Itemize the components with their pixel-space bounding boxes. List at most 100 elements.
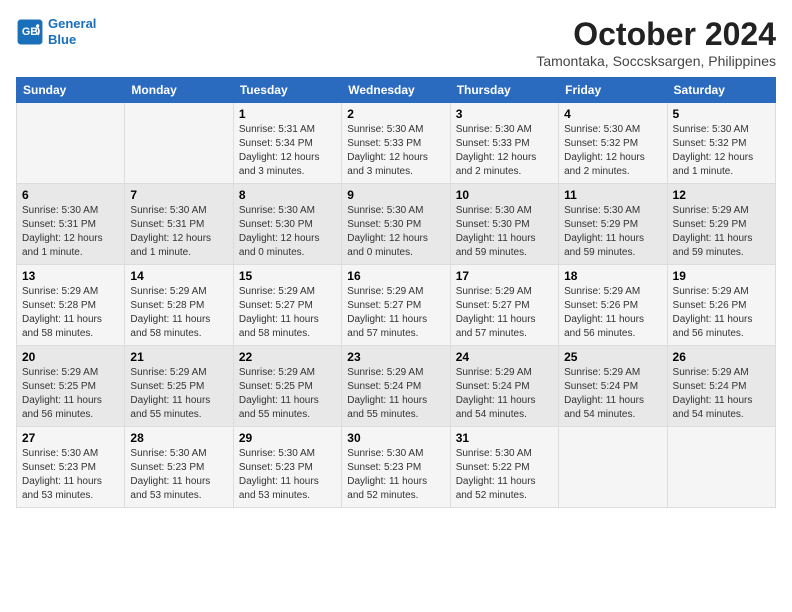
day-info: Sunrise: 5:30 AM Sunset: 5:23 PM Dayligh… <box>22 447 119 503</box>
day-number: 16 <box>347 269 444 283</box>
calendar-day-cell: 18 Sunrise: 5:29 AM Sunset: 5:26 PM Dayli… <box>559 265 667 346</box>
day-number: 12 <box>673 188 770 202</box>
calendar-day-cell: 22 Sunrise: 5:29 AM Sunset: 5:25 PM Dayli… <box>233 346 341 427</box>
day-number: 14 <box>130 269 227 283</box>
day-info: Sunrise: 5:30 AM Sunset: 5:31 PM Dayligh… <box>22 204 119 260</box>
calendar-day-cell: 26 Sunrise: 5:29 AM Sunset: 5:24 PM Dayli… <box>667 346 775 427</box>
calendar-week-row: 27 Sunrise: 5:30 AM Sunset: 5:23 PM Dayli… <box>17 427 776 508</box>
calendar-table: SundayMondayTuesdayWednesdayThursdayFrid… <box>16 77 776 508</box>
logo: GB General Blue <box>16 16 96 47</box>
day-number: 7 <box>130 188 227 202</box>
day-info: Sunrise: 5:29 AM Sunset: 5:24 PM Dayligh… <box>673 366 770 422</box>
day-info: Sunrise: 5:29 AM Sunset: 5:25 PM Dayligh… <box>239 366 336 422</box>
day-info: Sunrise: 5:29 AM Sunset: 5:25 PM Dayligh… <box>22 366 119 422</box>
day-number: 6 <box>22 188 119 202</box>
calendar-day-cell: 6 Sunrise: 5:30 AM Sunset: 5:31 PM Daylig… <box>17 184 125 265</box>
calendar-day-cell: 27 Sunrise: 5:30 AM Sunset: 5:23 PM Dayli… <box>17 427 125 508</box>
calendar-day-cell: 17Sunrise: 5:29 AM Sunset: 5:27 PM Dayli… <box>450 265 558 346</box>
location: Tamontaka, Soccsksargen, Philippines <box>536 53 776 69</box>
day-number: 20 <box>22 350 119 364</box>
day-info: Sunrise: 5:30 AM Sunset: 5:23 PM Dayligh… <box>130 447 227 503</box>
day-info: Sunrise: 5:29 AM Sunset: 5:29 PM Dayligh… <box>673 204 770 260</box>
calendar-day-cell: 24Sunrise: 5:29 AM Sunset: 5:24 PM Dayli… <box>450 346 558 427</box>
day-info: Sunrise: 5:31 AM Sunset: 5:34 PM Dayligh… <box>239 123 336 179</box>
day-number: 31 <box>456 431 553 445</box>
calendar-day-cell: 16 Sunrise: 5:29 AM Sunset: 5:27 PM Dayli… <box>342 265 450 346</box>
day-number: 21 <box>130 350 227 364</box>
day-number: 19 <box>673 269 770 283</box>
logo-line2: Blue <box>48 32 76 47</box>
calendar-day-cell: 20 Sunrise: 5:29 AM Sunset: 5:25 PM Dayli… <box>17 346 125 427</box>
logo-icon: GB <box>16 18 44 46</box>
page-header: GB General Blue October 2024 Tamontaka, … <box>16 16 776 69</box>
weekday-header: Saturday <box>667 78 775 103</box>
day-info: Sunrise: 5:30 AM Sunset: 5:33 PM Dayligh… <box>456 123 553 179</box>
calendar-day-cell: 1Sunrise: 5:31 AM Sunset: 5:34 PM Daylig… <box>233 103 341 184</box>
day-info: Sunrise: 5:29 AM Sunset: 5:25 PM Dayligh… <box>130 366 227 422</box>
day-info: Sunrise: 5:30 AM Sunset: 5:33 PM Dayligh… <box>347 123 444 179</box>
weekday-header: Wednesday <box>342 78 450 103</box>
month-title: October 2024 <box>536 16 776 53</box>
day-number: 11 <box>564 188 661 202</box>
day-number: 18 <box>564 269 661 283</box>
calendar-day-cell: 10Sunrise: 5:30 AM Sunset: 5:30 PM Dayli… <box>450 184 558 265</box>
calendar-day-cell: 4Sunrise: 5:30 AM Sunset: 5:32 PM Daylig… <box>559 103 667 184</box>
header-row: SundayMondayTuesdayWednesdayThursdayFrid… <box>17 78 776 103</box>
calendar-day-cell: 31Sunrise: 5:30 AM Sunset: 5:22 PM Dayli… <box>450 427 558 508</box>
calendar-day-cell: 12 Sunrise: 5:29 AM Sunset: 5:29 PM Dayli… <box>667 184 775 265</box>
day-info: Sunrise: 5:29 AM Sunset: 5:27 PM Dayligh… <box>456 285 553 341</box>
day-info: Sunrise: 5:30 AM Sunset: 5:23 PM Dayligh… <box>239 447 336 503</box>
day-number: 28 <box>130 431 227 445</box>
calendar-day-cell: 15 Sunrise: 5:29 AM Sunset: 5:27 PM Dayli… <box>233 265 341 346</box>
calendar-day-cell: 9Sunrise: 5:30 AM Sunset: 5:30 PM Daylig… <box>342 184 450 265</box>
day-number: 23 <box>347 350 444 364</box>
calendar-day-cell: 5Sunrise: 5:30 AM Sunset: 5:32 PM Daylig… <box>667 103 775 184</box>
weekday-header: Monday <box>125 78 233 103</box>
day-number: 9 <box>347 188 444 202</box>
day-info: Sunrise: 5:29 AM Sunset: 5:28 PM Dayligh… <box>22 285 119 341</box>
day-number: 4 <box>564 107 661 121</box>
weekday-header: Thursday <box>450 78 558 103</box>
calendar-day-cell: 30 Sunrise: 5:30 AM Sunset: 5:23 PM Dayli… <box>342 427 450 508</box>
calendar-day-cell <box>559 427 667 508</box>
day-info: Sunrise: 5:29 AM Sunset: 5:26 PM Dayligh… <box>673 285 770 341</box>
calendar-week-row: 13 Sunrise: 5:29 AM Sunset: 5:28 PM Dayli… <box>17 265 776 346</box>
calendar-day-cell: 21 Sunrise: 5:29 AM Sunset: 5:25 PM Dayli… <box>125 346 233 427</box>
title-block: October 2024 Tamontaka, Soccsksargen, Ph… <box>536 16 776 69</box>
day-info: Sunrise: 5:30 AM Sunset: 5:23 PM Dayligh… <box>347 447 444 503</box>
day-info: Sunrise: 5:29 AM Sunset: 5:26 PM Dayligh… <box>564 285 661 341</box>
calendar-week-row: 1Sunrise: 5:31 AM Sunset: 5:34 PM Daylig… <box>17 103 776 184</box>
day-number: 24 <box>456 350 553 364</box>
day-info: Sunrise: 5:30 AM Sunset: 5:31 PM Dayligh… <box>130 204 227 260</box>
calendar-week-row: 20 Sunrise: 5:29 AM Sunset: 5:25 PM Dayli… <box>17 346 776 427</box>
day-number: 26 <box>673 350 770 364</box>
svg-text:GB: GB <box>22 26 38 38</box>
calendar-day-cell: 7 Sunrise: 5:30 AM Sunset: 5:31 PM Daylig… <box>125 184 233 265</box>
day-number: 30 <box>347 431 444 445</box>
calendar-day-cell: 13 Sunrise: 5:29 AM Sunset: 5:28 PM Dayli… <box>17 265 125 346</box>
weekday-header: Tuesday <box>233 78 341 103</box>
calendar-day-cell <box>667 427 775 508</box>
day-info: Sunrise: 5:30 AM Sunset: 5:32 PM Dayligh… <box>673 123 770 179</box>
day-number: 29 <box>239 431 336 445</box>
day-number: 15 <box>239 269 336 283</box>
day-info: Sunrise: 5:30 AM Sunset: 5:30 PM Dayligh… <box>239 204 336 260</box>
calendar-day-cell: 14 Sunrise: 5:29 AM Sunset: 5:28 PM Dayli… <box>125 265 233 346</box>
calendar-day-cell <box>17 103 125 184</box>
day-info: Sunrise: 5:30 AM Sunset: 5:29 PM Dayligh… <box>564 204 661 260</box>
day-info: Sunrise: 5:30 AM Sunset: 5:30 PM Dayligh… <box>456 204 553 260</box>
calendar-day-cell: 2Sunrise: 5:30 AM Sunset: 5:33 PM Daylig… <box>342 103 450 184</box>
logo-text: General Blue <box>48 16 96 47</box>
day-info: Sunrise: 5:29 AM Sunset: 5:24 PM Dayligh… <box>564 366 661 422</box>
calendar-day-cell <box>125 103 233 184</box>
day-number: 27 <box>22 431 119 445</box>
day-info: Sunrise: 5:29 AM Sunset: 5:27 PM Dayligh… <box>239 285 336 341</box>
day-info: Sunrise: 5:29 AM Sunset: 5:28 PM Dayligh… <box>130 285 227 341</box>
calendar-day-cell: 25Sunrise: 5:29 AM Sunset: 5:24 PM Dayli… <box>559 346 667 427</box>
calendar-week-row: 6 Sunrise: 5:30 AM Sunset: 5:31 PM Daylig… <box>17 184 776 265</box>
day-number: 22 <box>239 350 336 364</box>
day-info: Sunrise: 5:29 AM Sunset: 5:27 PM Dayligh… <box>347 285 444 341</box>
day-number: 13 <box>22 269 119 283</box>
day-number: 3 <box>456 107 553 121</box>
calendar-day-cell: 29 Sunrise: 5:30 AM Sunset: 5:23 PM Dayli… <box>233 427 341 508</box>
